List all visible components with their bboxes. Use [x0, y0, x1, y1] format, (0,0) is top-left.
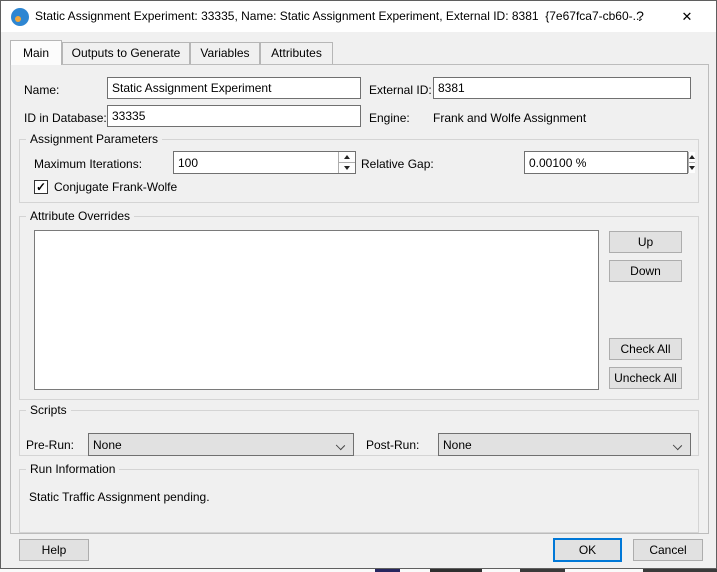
spin-up-button[interactable]: [689, 152, 695, 162]
spin-down-icon: [689, 166, 695, 170]
spin-up-icon: [344, 155, 350, 159]
app-icon-dot: [15, 16, 21, 22]
pre-run-value: None: [93, 438, 122, 452]
spin-down-button[interactable]: [689, 162, 695, 173]
relative-gap-spinbox[interactable]: [524, 151, 688, 174]
check-all-button[interactable]: Check All: [609, 338, 682, 360]
post-run-label: Post-Run:: [366, 438, 419, 452]
chevron-down-icon: [336, 441, 345, 450]
ok-button[interactable]: OK: [553, 538, 622, 562]
screen: Static Assignment Experiment: 33335, Nam…: [0, 0, 717, 572]
close-icon[interactable]: ✕: [669, 1, 705, 32]
down-button[interactable]: Down: [609, 260, 682, 282]
pre-run-dropdown[interactable]: None: [88, 433, 354, 456]
name-field[interactable]: [107, 77, 361, 99]
help-button[interactable]: Help: [19, 539, 89, 561]
run-status-text: Static Traffic Assignment pending.: [29, 490, 210, 504]
tab-variables[interactable]: Variables: [190, 42, 260, 64]
up-button[interactable]: Up: [609, 231, 682, 253]
conjugate-frank-wolfe-label: Conjugate Frank-Wolfe: [54, 180, 177, 194]
post-run-dropdown[interactable]: None: [438, 433, 691, 456]
attribute-overrides-list[interactable]: [34, 230, 599, 390]
app-icon: [11, 8, 29, 26]
checkbox-check-icon[interactable]: ✓: [34, 180, 48, 194]
scripts-title: Scripts: [26, 403, 71, 417]
relative-gap-label: Relative Gap:: [361, 157, 434, 171]
titlebar-help-button[interactable]: ?: [625, 1, 655, 32]
id-in-database-field[interactable]: [107, 105, 361, 127]
name-label: Name:: [24, 83, 59, 97]
cancel-button[interactable]: Cancel: [633, 539, 703, 561]
tab-attributes[interactable]: Attributes: [260, 42, 333, 64]
attribute-overrides-title: Attribute Overrides: [26, 209, 134, 223]
external-id-field[interactable]: [433, 77, 691, 99]
spin-up-icon: [689, 155, 695, 159]
chevron-down-icon: [673, 441, 682, 450]
id-in-database-label: ID in Database:: [24, 111, 107, 125]
spin-up-button[interactable]: [339, 152, 355, 162]
maximum-iterations-spinbox[interactable]: [173, 151, 356, 174]
uncheck-all-button[interactable]: Uncheck All: [609, 367, 682, 389]
spin-down-button[interactable]: [339, 162, 355, 173]
maximum-iterations-input[interactable]: [174, 152, 338, 173]
engine-value: Frank and Wolfe Assignment: [433, 111, 586, 125]
post-run-value: None: [443, 438, 472, 452]
relative-gap-input[interactable]: [525, 152, 688, 173]
title-bar[interactable]: Static Assignment Experiment: 33335, Nam…: [1, 1, 716, 32]
spin-down-icon: [344, 166, 350, 170]
run-information-title: Run Information: [26, 462, 119, 476]
maximum-iterations-label: Maximum Iterations:: [34, 157, 142, 171]
tab-outputs-to-generate[interactable]: Outputs to Generate: [62, 42, 190, 64]
external-id-label: External ID:: [369, 83, 432, 97]
engine-label: Engine:: [369, 111, 410, 125]
window-title: Static Assignment Experiment: 33335, Nam…: [35, 1, 643, 32]
assignment-parameters-title: Assignment Parameters: [26, 132, 162, 146]
experiment-editor-dialog: Static Assignment Experiment: 33335, Nam…: [0, 0, 717, 569]
tab-main[interactable]: Main: [10, 40, 62, 65]
pre-run-label: Pre-Run:: [26, 438, 74, 452]
conjugate-frank-wolfe-checkbox[interactable]: ✓ Conjugate Frank-Wolfe: [34, 180, 177, 194]
